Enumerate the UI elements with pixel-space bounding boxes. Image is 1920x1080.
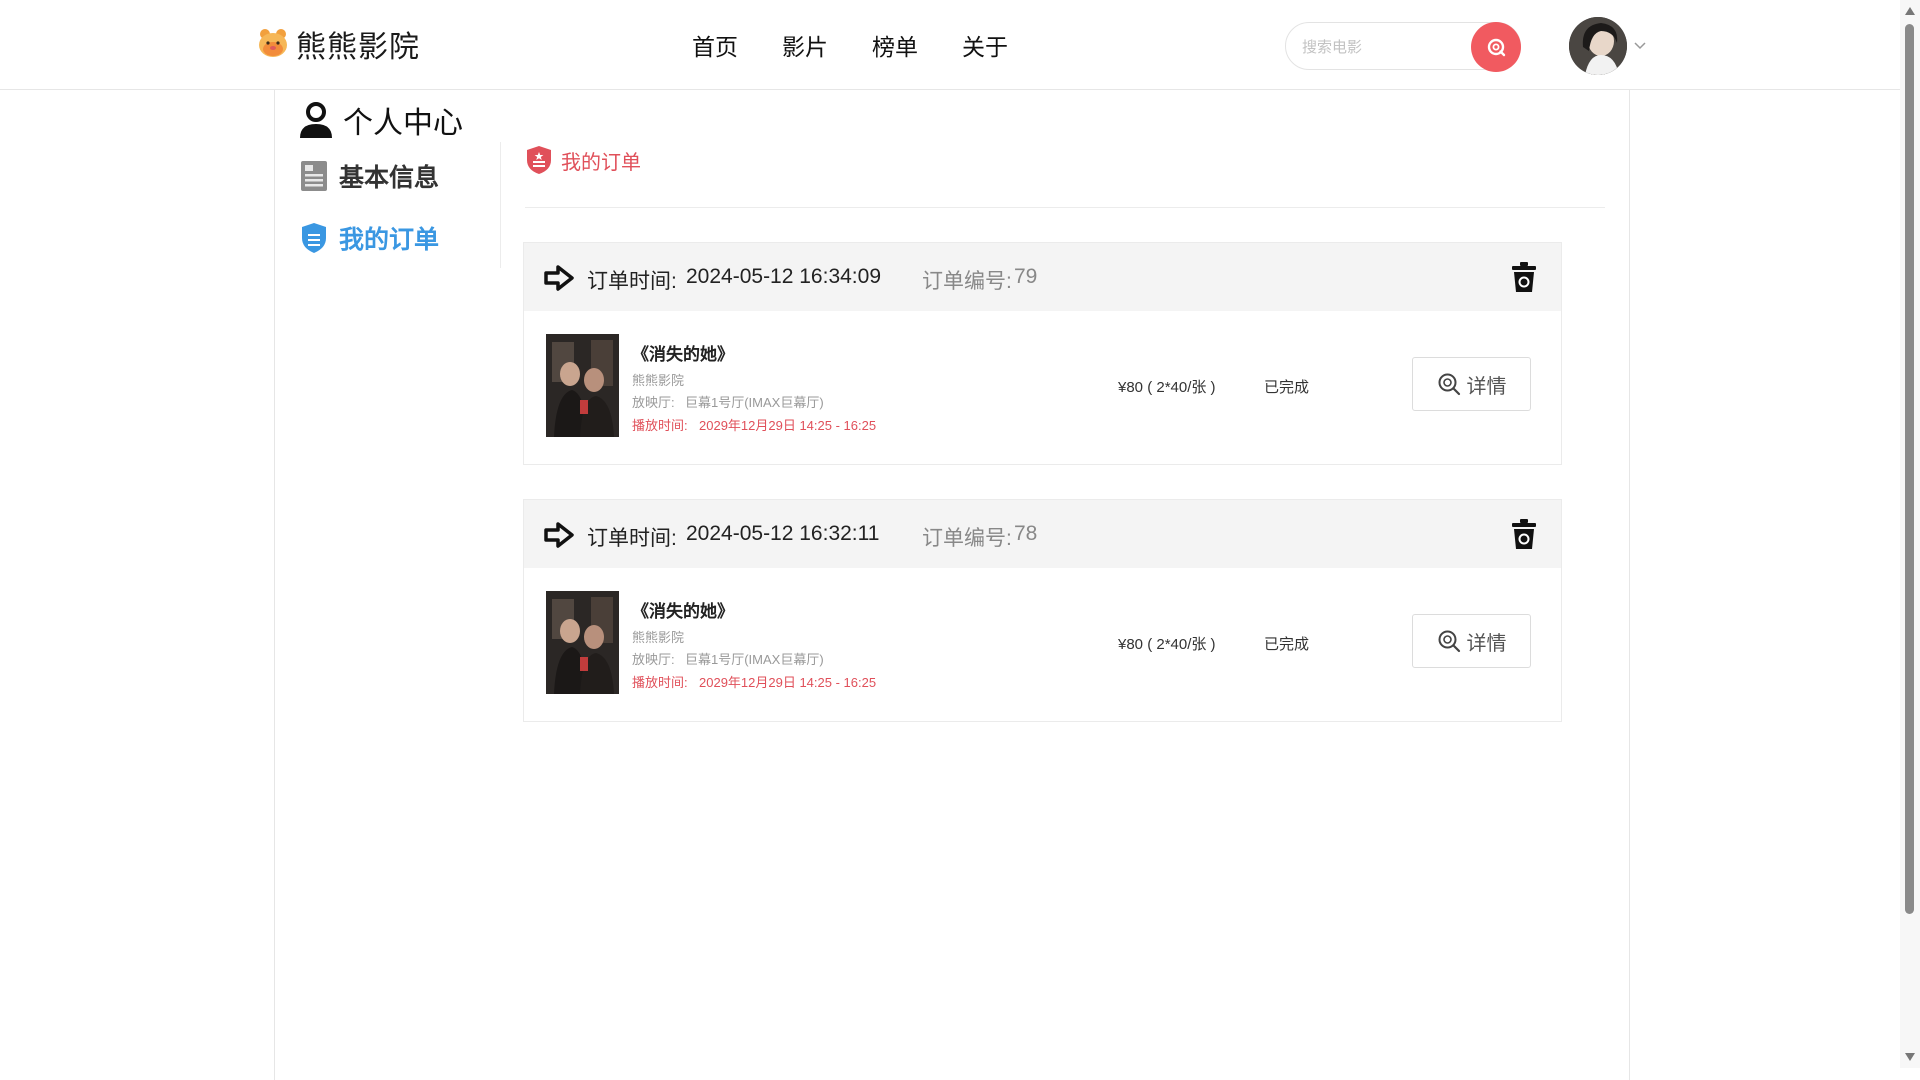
movie-title[interactable]: 《消失的她》 — [632, 597, 734, 622]
avatar-image — [1569, 17, 1627, 75]
order-time-label: 订单时间: — [587, 270, 677, 293]
sidebar-item-label: 基本信息 — [339, 164, 440, 192]
search-icon — [1487, 38, 1506, 57]
search-box — [1285, 22, 1521, 72]
brand-name: 熊熊影院 — [296, 31, 420, 64]
order-status: 已完成 — [1264, 379, 1310, 396]
poster-image — [546, 591, 619, 694]
nav-item-movies[interactable]: 影片 — [782, 28, 828, 62]
order-number-label: 订单编号: — [922, 270, 1012, 293]
detail-button[interactable]: 详情 — [1412, 614, 1531, 668]
sidebar-item-basic-info[interactable]: 基本信息 — [299, 158, 439, 194]
scrollbar-thumb[interactable] — [1905, 24, 1914, 914]
play-time: 2029年12月29日 14:25 - 16:25 — [699, 418, 877, 433]
order-number: 79 — [1014, 265, 1038, 288]
order-header: 订单时间: 2024-05-12 16:32:11 订单编号: 78 — [524, 500, 1561, 568]
order-time: 2024-05-12 16:34:09 — [686, 265, 881, 288]
sidebar-title-label: 个人中心 — [343, 107, 463, 140]
order-header: 订单时间: 2024-05-12 16:34:09 订单编号: 79 — [524, 243, 1561, 311]
user-icon — [300, 102, 332, 138]
search-button[interactable] — [1471, 22, 1521, 72]
hall-label: 放映厅: — [632, 395, 675, 410]
hall-name: 巨幕1号厅(IMAX巨幕厅) — [685, 395, 824, 410]
trash-icon[interactable] — [1511, 261, 1537, 293]
movie-title[interactable]: 《消失的她》 — [632, 340, 734, 365]
scroll-down-arrow-icon[interactable] — [1904, 1052, 1916, 1062]
sidebar-divider — [500, 142, 501, 268]
detail-button-label: 详情 — [1466, 375, 1507, 398]
profile-panel: 个人中心 基本信息 我的订单 我的订单 订单时间: 2024-05-12 16:… — [274, 90, 1630, 1080]
play-time-label: 播放时间: — [632, 675, 688, 690]
document-icon — [301, 161, 327, 191]
detail-button-label: 详情 — [1466, 632, 1507, 655]
scroll-up-arrow-icon[interactable] — [1904, 6, 1916, 16]
hall-name: 巨幕1号厅(IMAX巨幕厅) — [685, 652, 824, 667]
shield-icon — [302, 223, 326, 253]
trash-icon[interactable] — [1511, 518, 1537, 550]
content-heading: 我的订单 — [525, 144, 641, 176]
page-scrollbar[interactable] — [1900, 0, 1920, 1068]
nav-item-about[interactable]: 关于 — [962, 28, 1008, 62]
sidebar-item-label: 我的订单 — [339, 226, 440, 254]
order-price: ¥80 ( 2*40/张 ) — [1118, 379, 1216, 396]
heading-divider — [525, 207, 1605, 208]
main-nav: 首页 影片 榜单 关于 — [692, 28, 1008, 62]
nav-item-rankings[interactable]: 榜单 — [872, 28, 918, 62]
order-time-label: 订单时间: — [587, 527, 677, 550]
order-status: 已完成 — [1264, 636, 1310, 653]
brand-logo[interactable]: 熊熊影院 — [256, 22, 420, 66]
nav-item-home[interactable]: 首页 — [692, 28, 738, 62]
arrow-right-icon — [544, 522, 574, 548]
shield-icon — [527, 146, 551, 174]
top-navigation-bar: 熊熊影院 首页 影片 榜单 关于 — [0, 0, 1900, 90]
magnifier-icon — [1438, 630, 1460, 653]
hall-label: 放映厅: — [632, 652, 675, 667]
arrow-right-icon — [544, 265, 574, 291]
sidebar-item-my-orders[interactable]: 我的订单 — [299, 220, 439, 256]
order-time: 2024-05-12 16:32:11 — [686, 522, 880, 545]
play-time-label: 播放时间: — [632, 418, 688, 433]
order-number: 78 — [1014, 522, 1038, 545]
order-price: ¥80 ( 2*40/张 ) — [1118, 636, 1216, 653]
cinema-name: 熊熊影院 — [632, 630, 685, 645]
sidebar-title: 个人中心 — [297, 98, 463, 142]
movie-poster[interactable] — [546, 334, 619, 437]
cinema-name: 熊熊影院 — [632, 373, 685, 388]
movie-poster[interactable] — [546, 591, 619, 694]
poster-image — [546, 334, 619, 437]
detail-button[interactable]: 详情 — [1412, 357, 1531, 411]
search-input[interactable] — [1302, 35, 1462, 59]
order-number-label: 订单编号: — [922, 527, 1012, 550]
play-time: 2029年12月29日 14:25 - 16:25 — [699, 675, 877, 690]
chevron-down-icon[interactable] — [1633, 38, 1647, 52]
page-title: 我的订单 — [561, 151, 641, 174]
user-avatar[interactable] — [1569, 17, 1627, 75]
order-card: 订单时间: 2024-05-12 16:34:09 订单编号: 79 《消失的她… — [523, 242, 1562, 465]
order-card: 订单时间: 2024-05-12 16:32:11 订单编号: 78 《消失的她… — [523, 499, 1562, 722]
magnifier-icon — [1438, 373, 1460, 396]
bear-logo-icon — [259, 29, 287, 57]
